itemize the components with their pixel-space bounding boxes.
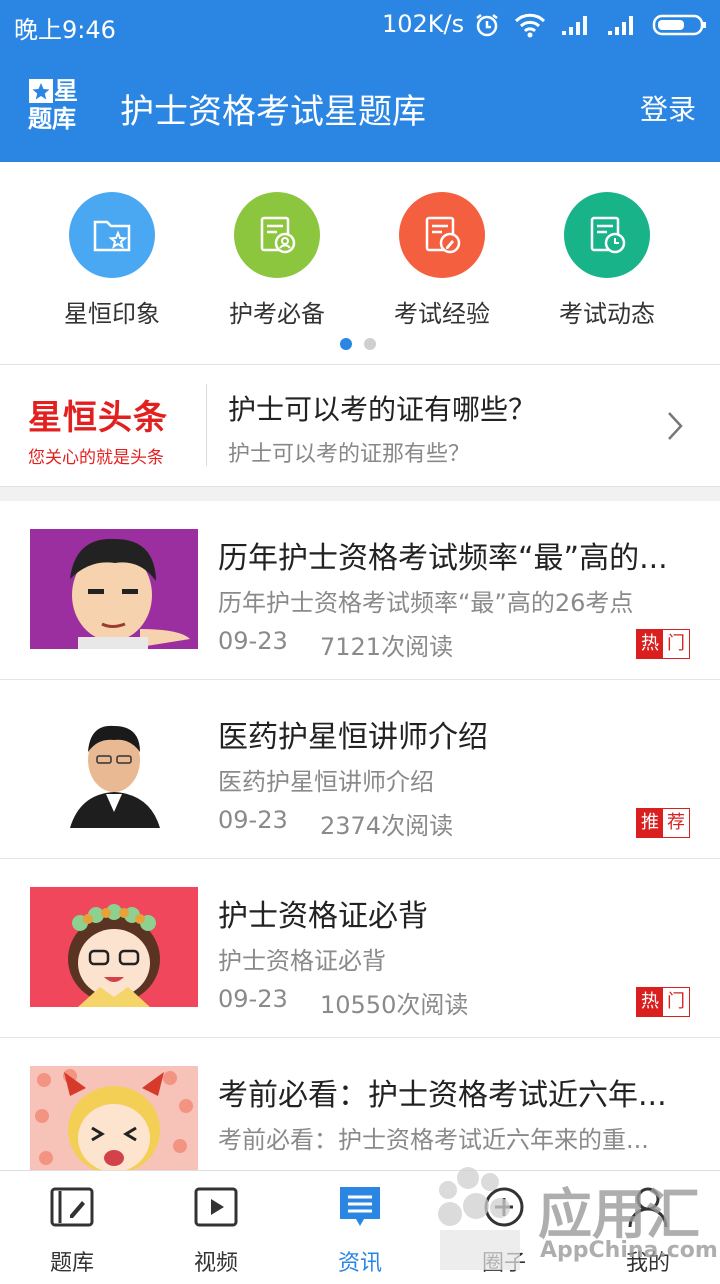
- headline-brand: 星恒头条 您关心的就是头条: [28, 390, 168, 468]
- battery-icon: [652, 14, 706, 36]
- headline-brand-slogan: 您关心的就是头条: [28, 448, 164, 468]
- user-icon: [628, 1187, 668, 1228]
- page-indicator: [340, 338, 376, 350]
- chevron-right-icon: [668, 412, 683, 440]
- page-dot-active: [340, 338, 352, 350]
- circle-plus-icon: [484, 1187, 524, 1227]
- news-date: 09-23: [218, 627, 288, 655]
- login-button[interactable]: 登录: [640, 88, 696, 128]
- video-play-icon: [194, 1187, 238, 1227]
- tab-label: 视频: [193, 1251, 238, 1276]
- category-item-hukaobibei[interactable]: 护考必备: [202, 192, 352, 329]
- news-subtitle: 护士资格证必背: [218, 947, 386, 975]
- headline-subtitle: 护士可以考的证那有些？: [228, 442, 471, 467]
- news-date: 09-23: [218, 985, 288, 1013]
- news-title: 历年护士资格考试频率“最”高的...: [218, 541, 668, 576]
- status-time: 晚上9:46: [14, 16, 116, 44]
- category-label: 护考必备: [229, 300, 325, 328]
- signal-icon: [562, 16, 587, 35]
- badge-char: 推: [637, 809, 663, 837]
- star-icon: [29, 79, 53, 103]
- category-label: 星恒印象: [64, 300, 160, 328]
- tab-wode[interactable]: 我的: [576, 1185, 720, 1277]
- app-title: 护士资格考试星题库: [120, 92, 426, 132]
- news-item[interactable]: 护士资格证必背 护士资格证必背 09-23 10550次阅读 热门: [0, 859, 720, 1038]
- document-user-icon: [260, 216, 296, 254]
- tab-label: 我的: [625, 1251, 670, 1276]
- app-logo: 星 题库: [28, 78, 86, 136]
- headline-banner[interactable]: 星恒头条 您关心的就是头条 护士可以考的证有哪些？ 护士可以考的证那有些？: [0, 366, 720, 486]
- news-read-count: 10550次阅读: [320, 991, 469, 1019]
- tab-tiku[interactable]: 题库: [0, 1185, 144, 1277]
- alarm-icon: [476, 14, 498, 37]
- category-label: 考试经验: [394, 300, 490, 328]
- news-read-count: 7121次阅读: [320, 633, 454, 661]
- tab-label: 圈子: [481, 1251, 526, 1276]
- headline-brand-name: 星恒头条: [28, 398, 168, 438]
- hot-badge: 热门: [636, 629, 690, 659]
- news-item[interactable]: 历年护士资格考试频率“最”高的... 历年护士资格考试频率“最”高的26考点 0…: [0, 501, 720, 680]
- category-item-kaoshidongtai[interactable]: 考试动态: [532, 192, 682, 329]
- tab-zixun[interactable]: 资讯: [288, 1185, 432, 1277]
- news-title: 医药护星恒讲师介绍: [218, 720, 488, 755]
- news-title: 护士资格证必背: [218, 899, 428, 934]
- hot-badge: 热门: [636, 987, 690, 1017]
- category-item-xinghengyinxiang[interactable]: 星恒印象: [37, 192, 187, 329]
- folder-star-icon: [93, 220, 131, 252]
- news-thumbnail: [30, 529, 198, 649]
- headline-separator: [206, 384, 207, 466]
- bottom-tab-bar: 题库 视频 资讯 圈子 我的: [0, 1170, 720, 1281]
- news-thumbnail: [30, 887, 198, 1007]
- status-net-speed: 102K/s: [382, 10, 465, 38]
- badge-char: 热: [637, 988, 663, 1016]
- status-bar: 晚上9:46 102K/s: [0, 0, 720, 52]
- category-circle: [234, 192, 320, 278]
- wifi-icon: [514, 13, 546, 38]
- news-item[interactable]: 医药护星恒讲师介绍 医药护星恒讲师介绍 09-23 2374次阅读 推荐: [0, 680, 720, 859]
- news-thumbnail: [30, 1066, 198, 1186]
- app-bar: 星 题库 护士资格考试星题库 登录: [0, 52, 720, 162]
- page-dot: [364, 338, 376, 350]
- badge-char: 门: [663, 988, 689, 1016]
- recommend-badge: 推荐: [636, 808, 690, 838]
- book-pen-icon: [50, 1187, 94, 1227]
- tab-quanzi[interactable]: 圈子: [432, 1185, 576, 1277]
- news-date: 09-23: [218, 806, 288, 834]
- badge-char: 门: [663, 630, 689, 658]
- news-title: 考前必看：护士资格考试近六年...: [218, 1078, 667, 1113]
- news-chat-icon: [340, 1187, 380, 1226]
- document-clock-icon: [590, 216, 626, 254]
- logo-line2: 题库: [28, 105, 76, 133]
- category-circle: [69, 192, 155, 278]
- section-gap: [0, 486, 720, 502]
- badge-char: 热: [637, 630, 663, 658]
- news-subtitle: 医药护星恒讲师介绍: [218, 768, 434, 796]
- news-thumbnail: [30, 708, 198, 828]
- category-item-kaoshijingyan[interactable]: 考试经验: [367, 192, 517, 329]
- category-label: 考试动态: [559, 300, 655, 328]
- category-grid: 星恒印象 护考必备 考试经验 考试动态: [0, 162, 720, 364]
- divider: [0, 364, 720, 365]
- tab-shipin[interactable]: 视频: [144, 1185, 288, 1277]
- news-read-count: 2374次阅读: [320, 812, 454, 840]
- document-pen-icon: [425, 216, 461, 254]
- headline-title: 护士可以考的证有哪些？: [228, 393, 537, 426]
- news-subtitle: 历年护士资格考试频率“最”高的26考点: [218, 589, 634, 617]
- tab-label: 题库: [49, 1251, 94, 1276]
- logo-line1: 星: [54, 77, 78, 105]
- signal-icon: [608, 16, 633, 35]
- category-circle: [399, 192, 485, 278]
- tab-label: 资讯: [337, 1251, 382, 1276]
- news-subtitle: 考前必看：护士资格考试近六年来的重...: [218, 1126, 649, 1154]
- category-circle: [564, 192, 650, 278]
- badge-char: 荐: [663, 809, 689, 837]
